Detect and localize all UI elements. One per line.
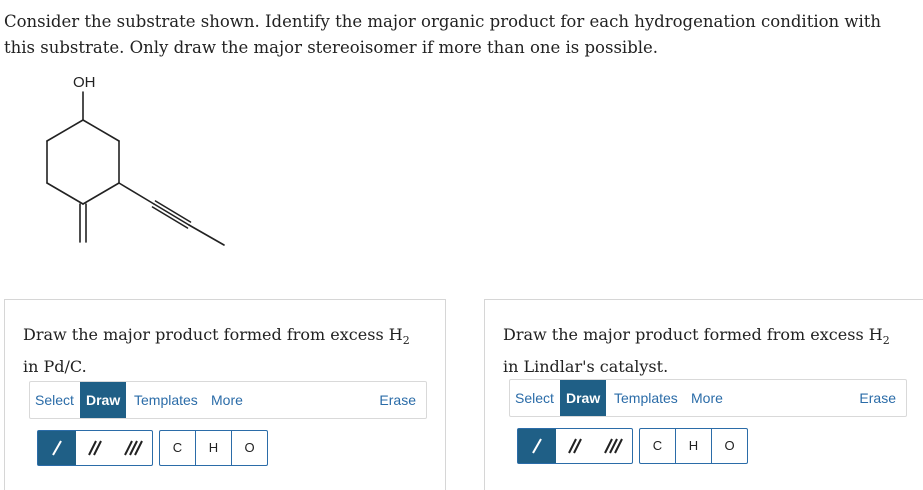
templates-tab[interactable]: Templates — [614, 380, 678, 416]
triple-bond-icon — [124, 440, 143, 456]
single-bond-button[interactable] — [518, 429, 556, 463]
substrate-structure: OH — [46, 74, 225, 246]
hydroxyl-label: OH — [73, 74, 96, 91]
atom-tools: C H O — [159, 430, 268, 466]
panel-prompt: Draw the major product formed from exces… — [23, 325, 410, 377]
triple-bond-icon — [604, 438, 623, 454]
panel-prompt: Draw the major product formed from exces… — [503, 325, 890, 377]
draw-tab[interactable]: Draw — [560, 380, 607, 416]
carbon-atom-button[interactable]: C — [640, 429, 676, 463]
erase-button[interactable]: Erase — [379, 382, 416, 418]
templates-tab[interactable]: Templates — [134, 382, 198, 418]
hydrogen-atom-button[interactable]: H — [196, 431, 232, 465]
single-bond-icon — [52, 440, 62, 456]
editor-toolbar: Select Draw Templates More Erase — [509, 379, 907, 417]
hydrogen-atom-button[interactable]: H — [676, 429, 712, 463]
more-tab[interactable]: More — [211, 382, 243, 418]
erase-button[interactable]: Erase — [859, 380, 896, 416]
answer-panel-pd-c: Draw the major product formed from exces… — [4, 299, 446, 490]
draw-tab[interactable]: Draw — [80, 382, 127, 418]
question-text: Consider the substrate shown. Identify t… — [4, 12, 882, 57]
single-bond-icon — [532, 438, 542, 454]
triple-bond-button[interactable] — [114, 431, 152, 465]
triple-bond-button[interactable] — [594, 429, 632, 463]
bond-tools — [37, 430, 153, 466]
oxygen-atom-button[interactable]: O — [232, 431, 267, 465]
more-tab[interactable]: More — [691, 380, 723, 416]
oxygen-atom-button[interactable]: O — [712, 429, 747, 463]
double-bond-button[interactable] — [556, 429, 594, 463]
select-tab[interactable]: Select — [515, 380, 554, 416]
editor-toolbar: Select Draw Templates More Erase — [29, 381, 427, 419]
double-bond-button[interactable] — [76, 431, 114, 465]
double-bond-icon — [88, 440, 102, 456]
bond-tools — [517, 428, 633, 464]
carbon-atom-button[interactable]: C — [160, 431, 196, 465]
single-bond-button[interactable] — [38, 431, 76, 465]
answer-panel-lindlar: Draw the major product formed from exces… — [484, 299, 923, 490]
double-bond-icon — [568, 438, 582, 454]
atom-tools: C H O — [639, 428, 748, 464]
select-tab[interactable]: Select — [35, 382, 74, 418]
